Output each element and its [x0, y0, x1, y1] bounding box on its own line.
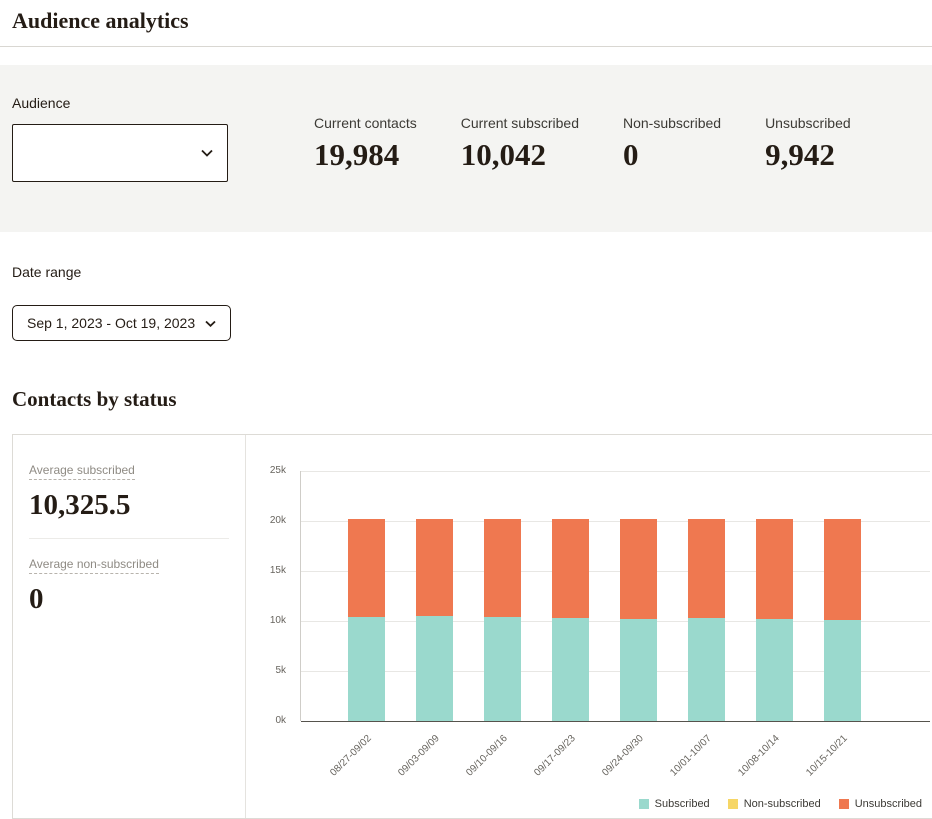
y-axis-label: 10k [246, 615, 294, 626]
stat-value: 19,984 [314, 137, 417, 173]
date-range-value: Sep 1, 2023 - Oct 19, 2023 [27, 315, 195, 331]
stat-label: Non-subscribed [623, 115, 721, 131]
metric-average-non-subscribed-label[interactable]: Average non-subscribed [29, 557, 159, 574]
date-range-button[interactable]: Sep 1, 2023 - Oct 19, 2023 [12, 305, 231, 341]
legend-label: Non-subscribed [744, 798, 821, 810]
bar-segment-subscribed[interactable] [416, 616, 453, 721]
bar-segment-unsubscribed[interactable] [348, 519, 385, 617]
bar-segment-unsubscribed[interactable] [620, 519, 657, 619]
audience-select[interactable] [12, 124, 228, 182]
page-header: Audience analytics [0, 0, 932, 47]
metric-average-non-subscribed-value: 0 [29, 583, 229, 616]
stats-row: Current contacts 19,984 Current subscrib… [314, 95, 851, 173]
legend-label: Subscribed [655, 798, 710, 810]
bar-segment-subscribed[interactable] [348, 617, 385, 721]
gridline [301, 721, 930, 722]
metrics-panel: Average subscribed 10,325.5 Average non-… [13, 435, 246, 818]
stat-value: 10,042 [461, 137, 579, 173]
bar-segment-unsubscribed[interactable] [416, 519, 453, 616]
bar-segment-unsubscribed[interactable] [824, 519, 861, 620]
contacts-by-status-card: Average subscribed 10,325.5 Average non-… [12, 434, 932, 819]
legend-swatch [839, 799, 849, 809]
chart-plot [300, 471, 930, 721]
legend-swatch [728, 799, 738, 809]
bar-segment-unsubscribed[interactable] [552, 519, 589, 618]
bar-segment-subscribed[interactable] [620, 619, 657, 721]
y-axis-label: 5k [246, 665, 294, 676]
bar-segment-subscribed[interactable] [552, 618, 589, 721]
stat-current-subscribed: Current subscribed 10,042 [461, 115, 579, 173]
stat-non-subscribed: Non-subscribed 0 [623, 115, 721, 173]
metric-average-subscribed-value: 10,325.5 [29, 489, 229, 522]
metric-divider [29, 538, 229, 539]
chart-panel: 0k 5k 10k 15k 20k 25k 08/27-09/0209/03-09/090… [246, 435, 932, 818]
bar-segment-subscribed[interactable] [484, 617, 521, 721]
y-axis-labels: 0k5k10k15k20k25k [246, 471, 294, 721]
bar-segment-subscribed[interactable] [824, 620, 861, 721]
legend-item-subscribed[interactable]: Subscribed [639, 798, 710, 810]
stat-unsubscribed: Unsubscribed 9,942 [765, 115, 851, 173]
stat-current-contacts: Current contacts 19,984 [314, 115, 417, 173]
chevron-down-icon [205, 320, 216, 327]
section-title: Contacts by status [12, 387, 920, 412]
date-range-section: Date range Sep 1, 2023 - Oct 19, 2023 [12, 264, 920, 341]
page-title: Audience analytics [12, 8, 920, 34]
y-axis-label: 0k [246, 715, 294, 726]
y-axis-label: 25k [246, 465, 294, 476]
legend-item-unsubscribed[interactable]: Unsubscribed [839, 798, 922, 810]
gridline [301, 471, 930, 472]
stat-label: Current subscribed [461, 115, 579, 131]
stat-label: Current contacts [314, 115, 417, 131]
stat-label: Unsubscribed [765, 115, 851, 131]
y-axis-label: 15k [246, 565, 294, 576]
bar-segment-subscribed[interactable] [756, 619, 793, 721]
y-axis-label: 20k [246, 515, 294, 526]
metric-average-subscribed-label[interactable]: Average subscribed [29, 463, 135, 480]
audience-band: Audience Current contacts 19,984 Current… [0, 65, 932, 232]
chart-legend: Subscribed Non-subscribed Unsubscribed [639, 798, 922, 810]
date-range-label: Date range [12, 264, 920, 280]
bar-segment-unsubscribed[interactable] [756, 519, 793, 619]
bar-segment-subscribed[interactable] [688, 618, 725, 721]
legend-item-non-subscribed[interactable]: Non-subscribed [728, 798, 821, 810]
x-axis-labels: 08/27-09/0209/03-09/0909/10-09/1609/17-0… [300, 723, 930, 795]
legend-label: Unsubscribed [855, 798, 922, 810]
audience-label: Audience [12, 95, 228, 111]
bar-segment-unsubscribed[interactable] [688, 519, 725, 618]
bar-segment-unsubscribed[interactable] [484, 519, 521, 617]
legend-swatch [639, 799, 649, 809]
stat-value: 9,942 [765, 137, 851, 173]
stat-value: 0 [623, 137, 721, 173]
chevron-down-icon [201, 149, 213, 157]
